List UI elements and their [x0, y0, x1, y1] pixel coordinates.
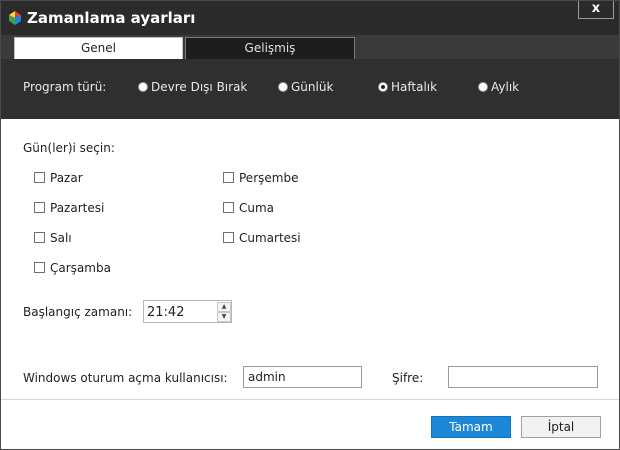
windows-user-input[interactable]: admin	[243, 366, 362, 388]
window-title: Zamanlama ayarları	[27, 9, 196, 27]
spin-down-icon[interactable]: ▼	[217, 312, 231, 322]
checkbox-saturday-label: Cumartesi	[239, 231, 301, 245]
checkbox-icon[interactable]	[34, 232, 45, 243]
radio-button-icon	[478, 82, 488, 92]
radio-weekly-label: Haftalık	[391, 80, 438, 94]
start-time-value[interactable]: 21:42	[147, 305, 184, 320]
close-button[interactable]: x	[578, 1, 614, 19]
app-logo-icon	[7, 10, 23, 26]
radio-weekly[interactable]: Haftalık	[378, 80, 437, 94]
checkbox-wednesday-label: Çarşamba	[50, 261, 111, 275]
spin-up-icon[interactable]: ▲	[217, 302, 231, 312]
close-icon: x	[591, 1, 601, 16]
program-type-bar: Program türü: Devre Dışı Bırak Günlük Ha…	[1, 59, 619, 119]
tab-general[interactable]: Genel	[14, 37, 183, 59]
start-time-spinbox[interactable]: 21:42 ▲ ▼	[143, 300, 232, 323]
radio-daily-label: Günlük	[291, 80, 334, 94]
checkbox-monday[interactable]: Pazartesi	[34, 201, 104, 215]
program-type-label: Program türü:	[23, 80, 107, 94]
tab-advanced[interactable]: Gelişmiş	[185, 37, 355, 59]
radio-disable[interactable]: Devre Dışı Bırak	[138, 80, 247, 94]
checkbox-friday-label: Cuma	[239, 201, 275, 215]
title-bar[interactable]: Zamanlama ayarları x	[1, 1, 619, 35]
checkbox-tuesday-label: Salı	[50, 231, 72, 245]
tab-strip: Genel Gelişmiş	[1, 35, 619, 59]
radio-monthly[interactable]: Aylık	[478, 80, 519, 94]
cancel-button[interactable]: İptal	[521, 416, 601, 438]
footer-divider	[1, 399, 619, 400]
scheduling-dialog: Zamanlama ayarları x Genel Gelişmiş Prog…	[0, 0, 620, 450]
checkbox-monday-label: Pazartesi	[50, 201, 105, 215]
checkbox-icon[interactable]	[34, 172, 45, 183]
checkbox-saturday[interactable]: Cumartesi	[223, 231, 301, 245]
select-days-label: Gün(ler)i seçin:	[23, 141, 115, 155]
checkbox-icon[interactable]	[223, 202, 234, 213]
checkbox-friday[interactable]: Cuma	[223, 201, 274, 215]
checkbox-icon[interactable]	[223, 232, 234, 243]
radio-disable-label: Devre Dışı Bırak	[151, 80, 248, 94]
password-input[interactable]	[448, 366, 598, 388]
checkbox-thursday[interactable]: Perşembe	[223, 171, 298, 185]
password-label: Şifre:	[392, 371, 424, 385]
checkbox-sunday[interactable]: Pazar	[34, 171, 83, 185]
checkbox-icon[interactable]	[34, 202, 45, 213]
radio-button-icon	[138, 82, 148, 92]
checkbox-thursday-label: Perşembe	[239, 171, 299, 185]
checkbox-tuesday[interactable]: Salı	[34, 231, 72, 245]
checkbox-icon[interactable]	[223, 172, 234, 183]
radio-monthly-label: Aylık	[491, 80, 520, 94]
radio-daily[interactable]: Günlük	[278, 80, 333, 94]
checkbox-wednesday[interactable]: Çarşamba	[34, 261, 111, 275]
checkbox-icon[interactable]	[34, 262, 45, 273]
windows-user-label: Windows oturum açma kullanıcısı:	[23, 371, 228, 385]
radio-button-icon	[278, 82, 288, 92]
checkbox-sunday-label: Pazar	[50, 171, 83, 185]
start-time-label: Başlangıç zamanı:	[23, 305, 133, 319]
ok-button[interactable]: Tamam	[431, 416, 511, 438]
radio-button-selected-icon	[378, 82, 388, 92]
